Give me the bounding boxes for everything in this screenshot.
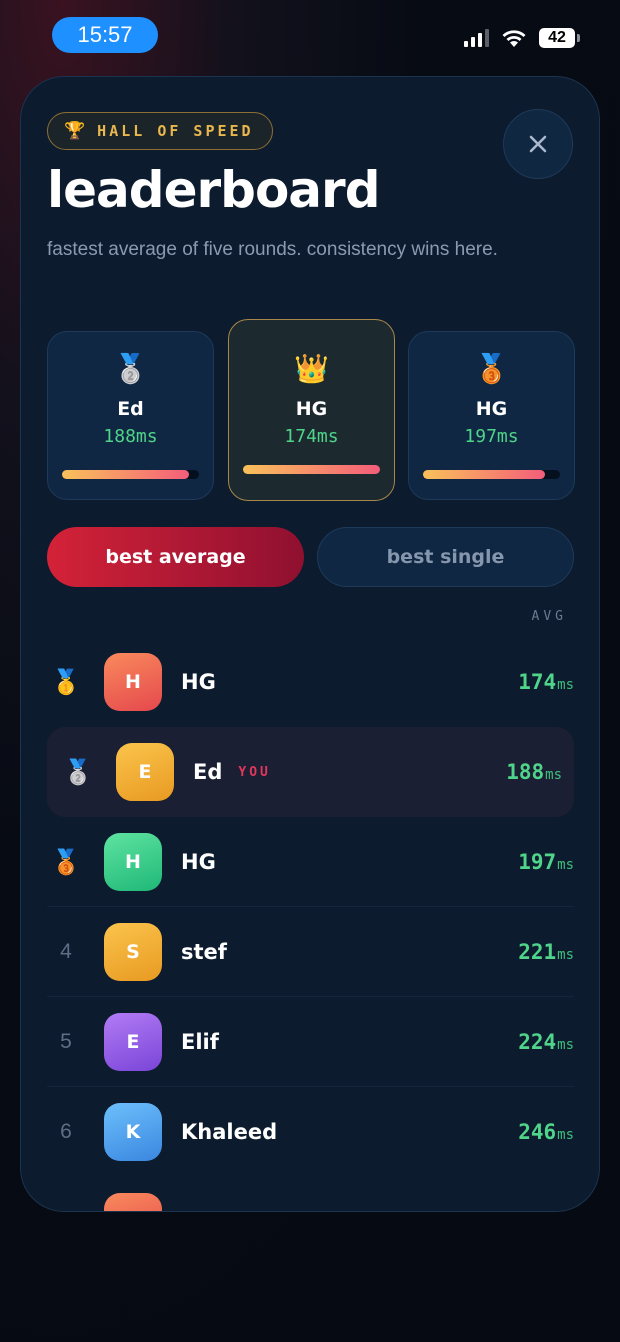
player-name-cell: stef (181, 907, 227, 997)
page-title: leaderboard (47, 161, 380, 219)
score: 197 ms (518, 817, 574, 907)
podium-progress-track (62, 470, 199, 479)
close-icon (529, 135, 547, 153)
podium-card-third[interactable]: 🥉 HG 197ms (408, 331, 575, 500)
avatar: H (104, 653, 162, 711)
rank-medal-icon: 🥇 (51, 668, 81, 696)
podium-time: 174ms (284, 426, 339, 447)
player-name-cell: Khaleed (181, 1087, 277, 1177)
player-name: Khaleed (181, 1120, 278, 1144)
page-subtitle: fastest average of five rounds. consiste… (47, 239, 498, 260)
score: 221 ms (518, 907, 574, 997)
rank-medal-icon: 🥈 (63, 758, 93, 786)
column-header-avg: AVG (531, 609, 567, 624)
score-value: 174 (518, 670, 557, 694)
podium-time: 197ms (464, 426, 519, 447)
cellular-signal-icon (464, 29, 489, 47)
podium-progress-fill (62, 470, 190, 479)
podium-progress-track (423, 470, 560, 479)
podium-progress-fill (423, 470, 545, 479)
score: 188 ms (506, 727, 562, 817)
rank-number: 5 (60, 1030, 72, 1053)
score-unit: ms (545, 767, 562, 783)
battery-level: 42 (539, 28, 575, 48)
you-tag: YOU (238, 764, 271, 780)
leaderboard-row[interactable]: 🥇 H HG 174 ms (47, 637, 574, 727)
podium-progress-fill (243, 465, 380, 474)
score: 224 ms (518, 997, 574, 1087)
avatar: K (104, 1103, 162, 1161)
score-value: 224 (518, 1030, 557, 1054)
status-indicators: 42 (464, 28, 580, 48)
score-unit: ms (557, 857, 574, 873)
hall-of-speed-badge: 🏆 HALL OF SPEED (47, 112, 273, 150)
score-value: 197 (518, 850, 557, 874)
leaderboard-row[interactable]: 6 K Khaleed 246 ms (47, 1087, 574, 1177)
wifi-icon (502, 30, 526, 47)
score-value: 188 (506, 760, 545, 784)
player-name-cell: HG (181, 817, 216, 907)
badge-label: HALL OF SPEED (97, 122, 254, 140)
podium-name: Ed (117, 398, 144, 420)
score-unit: ms (557, 947, 574, 963)
podium-progress-track (243, 465, 380, 474)
battery-icon: 42 (539, 28, 580, 48)
leaderboard-row[interactable]: 4 Sstef 221 ms (47, 907, 574, 997)
tab-best-average[interactable]: best average (47, 527, 304, 587)
avatar (104, 1193, 162, 1211)
player-name-cell: Ed YOU (193, 727, 271, 817)
podium-time: 188ms (103, 426, 158, 447)
score: 246 ms (518, 1087, 574, 1177)
leaderboard-row[interactable]: 5 E Elif 224 ms (47, 997, 574, 1087)
score-value: 221 (518, 940, 557, 964)
avatar: E (104, 1013, 162, 1071)
player-name-cell: Elif (181, 997, 219, 1087)
player-name: Elif (181, 1030, 219, 1054)
leaderboard-row[interactable]: 🥉 H HG 197 ms (47, 817, 574, 907)
player-name: HG (181, 850, 216, 874)
score-unit: ms (557, 677, 574, 693)
score-unit: ms (557, 1037, 574, 1053)
crown-icon: 👑 (294, 352, 329, 385)
player-name: Ed (193, 760, 223, 784)
trophy-icon: 🏆 (64, 121, 86, 141)
close-button[interactable] (503, 109, 573, 179)
silver-medal-icon: 🥈 (113, 352, 148, 385)
podium-name: HG (295, 398, 328, 420)
podium-name: HG (475, 398, 508, 420)
rank-number: 4 (60, 940, 72, 963)
avatar: S (104, 923, 162, 981)
rank-number: 6 (60, 1120, 72, 1143)
rank-medal-icon: 🥉 (51, 848, 81, 876)
podium-card-first[interactable]: 👑 HG 174ms (228, 319, 395, 501)
score-value: 246 (518, 1120, 557, 1144)
podium-card-second[interactable]: 🥈 Ed 188ms (47, 331, 214, 500)
bronze-medal-icon: 🥉 (474, 352, 509, 385)
player-name: stef (181, 940, 227, 964)
player-name: HG (181, 670, 216, 694)
status-time: 15:57 (52, 17, 158, 53)
score: 174 ms (518, 637, 574, 727)
avatar: E (116, 743, 174, 801)
avatar: H (104, 833, 162, 891)
player-name-cell: HG (181, 637, 216, 727)
leaderboard-panel: 🏆 HALL OF SPEED leaderboard fastest aver… (20, 76, 600, 1212)
leaderboard-row[interactable]: 🥈 E Ed YOU 188 ms (47, 727, 574, 817)
tab-best-single[interactable]: best single (317, 527, 574, 587)
score-unit: ms (557, 1127, 574, 1143)
